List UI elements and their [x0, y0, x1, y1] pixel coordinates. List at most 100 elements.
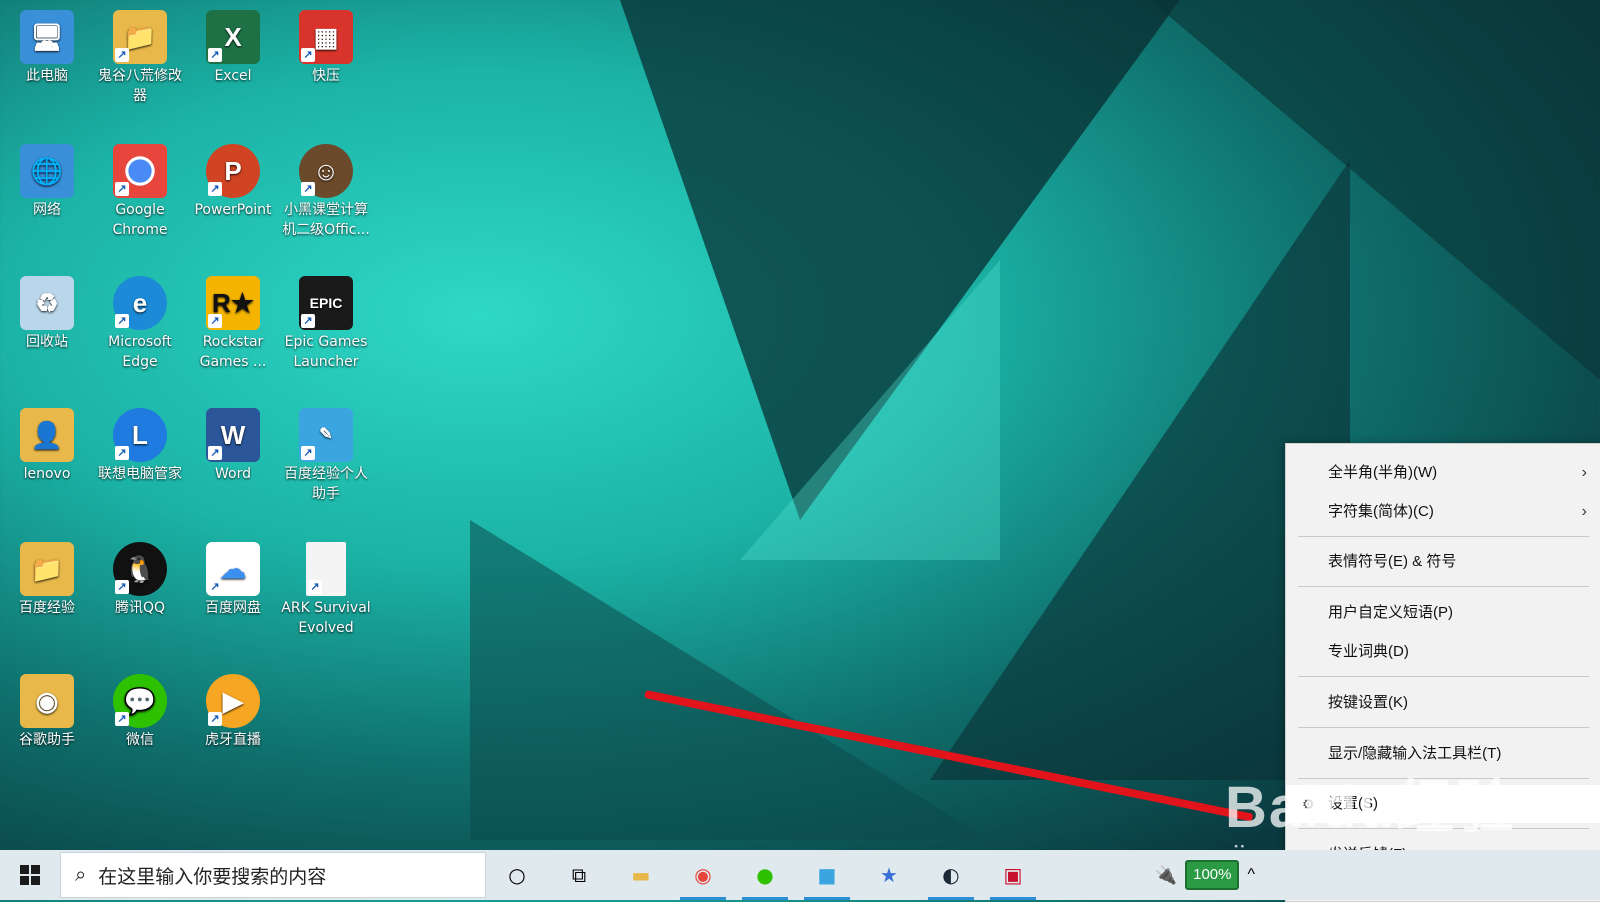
- desktop-icon-lenovo-manager[interactable]: L ↗ 联想电脑管家: [95, 402, 185, 484]
- desktop-icon-label: Epic Games Launcher: [284, 334, 368, 370]
- taskbar: ⌕ 在这里输入你要搜索的内容 ○ ⧉ ▬ ◉ ● ■ ★ ◐ ▣ 🔌 100% …: [0, 850, 1600, 900]
- baidu-netdisk-icon: ☁ ↗: [206, 542, 260, 596]
- search-placeholder: 在这里输入你要搜索的内容: [98, 866, 327, 888]
- desktop-icon-label: 网络: [33, 202, 61, 218]
- menu-item-label: 专业词典(D): [1328, 643, 1409, 660]
- recycle-bin-icon: ♻: [20, 276, 74, 330]
- desktop-icon-qq[interactable]: 🐧 ↗ 腾讯QQ: [95, 536, 185, 618]
- desktop-icon-label: 百度经验: [19, 600, 75, 616]
- watermark-main: Baidu经验: [1225, 775, 1517, 840]
- system-tray: 🔌 100% ^: [1155, 850, 1255, 900]
- desktop-icon-guigu-modifier[interactable]: 📁 ↗ 鬼谷八荒修改器: [95, 4, 185, 106]
- chevron-right-icon: ›: [1581, 503, 1587, 520]
- start-button[interactable]: [0, 850, 60, 900]
- desktop-icon-epic-games[interactable]: EPIC ↗ Epic Games Launcher: [281, 270, 371, 372]
- desktop-icon-recycle-bin[interactable]: ♻ 回收站: [2, 270, 92, 352]
- desktop-icon-rockstar[interactable]: R★ ↗ Rockstar Games ...: [188, 270, 278, 372]
- menu-item-emoji[interactable]: 表情符号(E) & 符号: [1286, 543, 1600, 581]
- battery-indicator[interactable]: 100%: [1185, 860, 1240, 890]
- desktop-icon-label: 谷歌助手: [19, 732, 75, 748]
- menu-item-label: 全半角(半角)(W): [1328, 464, 1438, 481]
- desktop-icon-label: 鬼谷八荒修改器: [98, 68, 182, 104]
- desktop-icon-label: Google Chrome: [112, 202, 168, 238]
- desktop-icon-label: 虎牙直播: [205, 732, 261, 748]
- menu-item-label: 字符集(简体)(C): [1328, 503, 1434, 520]
- cortana-icon[interactable]: ○: [486, 850, 548, 900]
- xiaohei-icon: ☺ ↗: [299, 144, 353, 198]
- desktop-icon-label: ARK Survival Evolved: [281, 600, 371, 636]
- menu-item-charset[interactable]: 字符集(简体)(C) ›: [1286, 493, 1600, 531]
- edge-icon: e ↗: [113, 276, 167, 330]
- menu-separator: [1298, 727, 1589, 728]
- file-icon: ↗: [306, 542, 346, 596]
- powerpoint-icon: P ↗: [206, 144, 260, 198]
- qq-icon: 🐧 ↗: [113, 542, 167, 596]
- file-explorer-icon[interactable]: ▬: [610, 850, 672, 900]
- desktop-icon-chrome[interactable]: ↗ Google Chrome: [95, 138, 185, 240]
- desktop-icon-label: Word: [215, 466, 251, 482]
- nba2k21-icon[interactable]: ▣: [982, 850, 1044, 900]
- wechat-icon[interactable]: ●: [734, 850, 796, 900]
- desktop-icon-network[interactable]: 🌐 网络: [2, 138, 92, 220]
- user-folder-icon: 👤: [20, 408, 74, 462]
- rockstar-icon: R★ ↗: [206, 276, 260, 330]
- desktop-icon-label: Microsoft Edge: [108, 334, 172, 370]
- lenovo-manager-icon: L ↗: [113, 408, 167, 462]
- taskbar-search-box[interactable]: ⌕ 在这里输入你要搜索的内容: [60, 852, 486, 898]
- desktop-icon-lenovo[interactable]: 👤 lenovo: [2, 402, 92, 484]
- chevron-right-icon: ›: [1581, 464, 1587, 481]
- task-view-icon[interactable]: ⧉: [548, 850, 610, 900]
- epic-games-icon: EPIC ↗: [299, 276, 353, 330]
- desktop-icon-word[interactable]: W ↗ Word: [188, 402, 278, 484]
- google-helper-icon: ◉: [20, 674, 74, 728]
- steam-icon[interactable]: ◐: [920, 850, 982, 900]
- baidu-jingyan-icon[interactable]: ■: [796, 850, 858, 900]
- menu-separator: [1298, 536, 1589, 537]
- desktop-icon-label: Rockstar Games ...: [199, 334, 267, 370]
- desktop-icon-this-pc[interactable]: 🖥 此电脑: [2, 4, 92, 86]
- menu-item-key-settings[interactable]: 按键设置(K): [1286, 684, 1600, 722]
- baidu-jingyan-icon: ✎ ↗: [299, 408, 353, 462]
- chevron-up-icon[interactable]: ^: [1247, 866, 1255, 884]
- desktop-icon-google-helper[interactable]: ◉ 谷歌助手: [2, 668, 92, 750]
- wallpaper-shard: [470, 520, 990, 840]
- menu-item-dictionary[interactable]: 专业词典(D): [1286, 633, 1600, 671]
- folder-icon: 📁 ↗: [113, 10, 167, 64]
- desktop-icon-wechat[interactable]: 💬 ↗ 微信: [95, 668, 185, 750]
- menu-separator: [1298, 586, 1589, 587]
- desktop-icon-label: 小黑课堂计算机二级Offic...: [282, 202, 370, 238]
- desktop-icon-label: 回收站: [26, 334, 68, 350]
- desktop-icon-xiaohei[interactable]: ☺ ↗ 小黑课堂计算机二级Offic...: [281, 138, 371, 240]
- menu-item-label: 表情符号(E) & 符号: [1328, 553, 1457, 570]
- desktop-icon-label: 联想电脑管家: [98, 466, 182, 482]
- kuaiya-icon: ▦ ↗: [299, 10, 353, 64]
- network-icon: 🌐: [20, 144, 74, 198]
- this-pc-icon: 🖥: [20, 10, 74, 64]
- menu-item-label: 用户自定义短语(P): [1328, 604, 1453, 621]
- star-app-icon[interactable]: ★: [858, 850, 920, 900]
- wechat-icon: 💬 ↗: [113, 674, 167, 728]
- word-icon: W ↗: [206, 408, 260, 462]
- desktop-icon-label: 百度网盘: [205, 600, 261, 616]
- menu-item-custom-phrase[interactable]: 用户自定义短语(P): [1286, 594, 1600, 632]
- desktop-icon-label: 百度经验个人助手: [284, 466, 368, 502]
- menu-item-fullwidth[interactable]: 全半角(半角)(W) ›: [1286, 454, 1600, 492]
- chrome-icon[interactable]: ◉: [672, 850, 734, 900]
- desktop-icon-huya[interactable]: ▶ ↗ 虎牙直播: [188, 668, 278, 750]
- desktop-icon-label: lenovo: [23, 466, 71, 482]
- desktop-icon-baidu-jingyan-folder[interactable]: 📁 百度经验: [2, 536, 92, 618]
- desktop-icon-kuaiya[interactable]: ▦ ↗ 快压: [281, 4, 371, 86]
- menu-item-label: 按键设置(K): [1328, 694, 1408, 711]
- power-plug-icon[interactable]: 🔌: [1155, 865, 1177, 886]
- menu-separator: [1298, 676, 1589, 677]
- desktop-icon-baidu-jingyan-helper[interactable]: ✎ ↗ 百度经验个人助手: [281, 402, 371, 504]
- chrome-icon: ↗: [113, 144, 167, 198]
- excel-icon: X ↗: [206, 10, 260, 64]
- folder-icon: 📁: [20, 542, 74, 596]
- desktop-icon-baidu-netdisk[interactable]: ☁ ↗ 百度网盘: [188, 536, 278, 618]
- desktop-icon-edge[interactable]: e ↗ Microsoft Edge: [95, 270, 185, 372]
- desktop-icon-excel[interactable]: X ↗ Excel: [188, 4, 278, 86]
- desktop-icon-label: Excel: [214, 68, 252, 84]
- desktop-icon-powerpoint[interactable]: P ↗ PowerPoint: [188, 138, 278, 220]
- desktop-icon-ark[interactable]: ↗ ARK Survival Evolved: [281, 536, 371, 638]
